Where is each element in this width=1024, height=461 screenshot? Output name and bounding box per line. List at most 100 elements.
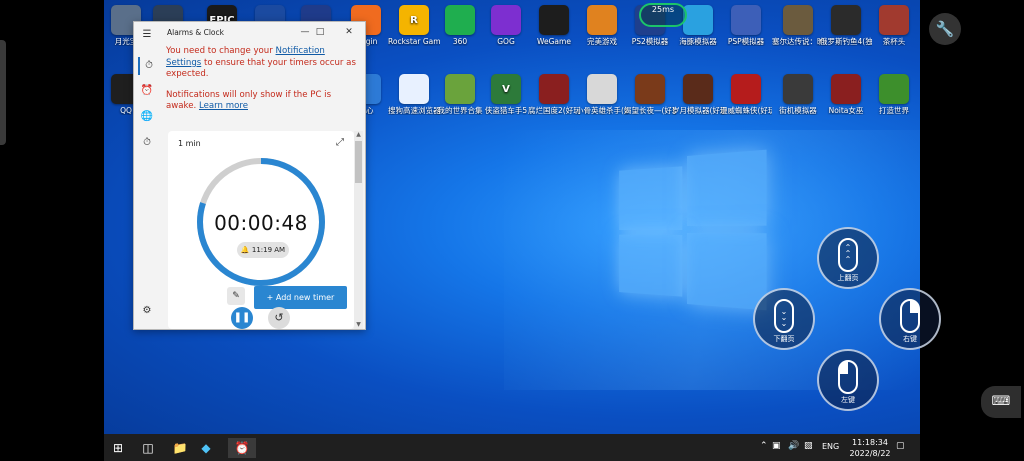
pause-button[interactable]: ❚❚ [231, 307, 253, 329]
sogou-icon [399, 74, 429, 104]
desktop-icon[interactable]: GOG [480, 5, 532, 46]
desktop-icon[interactable]: 茶杯头 [868, 5, 920, 46]
add-new-timer-label: Add new timer [275, 293, 335, 302]
clock-time: 11:18:34 [852, 438, 888, 447]
left-click-button[interactable]: 左键 [817, 349, 879, 411]
state-of-decay-icon [539, 74, 569, 104]
desktop-icon-label: 海豚模拟器 [679, 37, 717, 46]
zelda-icon [783, 5, 813, 35]
desktop-icon[interactable]: 完美游戏 [576, 5, 628, 46]
wrench-tools-icon[interactable]: 🔧 [929, 13, 961, 45]
desktop-icon[interactable]: 腐烂国度2(好玩可… [528, 74, 580, 115]
perfect-icon [587, 5, 617, 35]
timer-title: 1 min [178, 139, 201, 148]
scroll-down-icon[interactable]: ▼ [354, 321, 363, 328]
spiderman-icon [731, 74, 761, 104]
mouse-up-icon: ⌃ ⌃ ⌃ [838, 238, 858, 272]
desktop-icon[interactable]: 搜狗高速浏览器 [388, 74, 440, 115]
alarm-time-badge: 🔔 11:19 AM [237, 242, 289, 258]
right-click-button[interactable]: 右键 [879, 288, 941, 350]
mouse-down-icon: ⌄ ⌄ ⌄ [774, 299, 794, 333]
desktop-icon[interactable]: Noita女巫 [820, 74, 872, 115]
desktop-icon[interactable]: 渴望长夜—(好玩可… [624, 74, 676, 115]
desktop-icon-label: 岁月模拟器(好玩可… [672, 106, 724, 115]
desktop-icon[interactable]: R Rockstar Games [388, 5, 440, 46]
scroll-thumb[interactable] [355, 141, 362, 183]
task-view-icon[interactable]: ◫ [138, 438, 158, 458]
desktop-icon[interactable]: 街机模拟器 [772, 74, 824, 115]
side-panel-handle[interactable] [0, 40, 6, 145]
desktop-icon[interactable]: 俄罗斯钓鱼4(独立版) [820, 5, 872, 46]
desktop-icon-label: Noita女巫 [828, 106, 864, 115]
gog-icon [491, 5, 521, 35]
desktop-icon[interactable]: 360 [434, 5, 486, 46]
notice1-text-a: You need to change your [166, 46, 276, 56]
settings-gear-icon[interactable]: ⚙ [138, 302, 156, 320]
reset-button[interactable]: ↺ [268, 307, 290, 329]
desktop-icon-label: 腐烂国度2(好玩可… [528, 106, 580, 115]
desktop-icon-label: WeGame [537, 37, 571, 46]
desktop-icon[interactable]: 打造世界 [868, 74, 920, 115]
tray-chevron-up-icon[interactable]: ⌃ [760, 441, 768, 451]
page-down-button[interactable]: ⌄ ⌄ ⌄ 下翻页 [753, 288, 815, 350]
scroll-up-icon[interactable]: ▲ [354, 131, 363, 138]
right-click-label: 右键 [903, 335, 917, 343]
window-titlebar[interactable]: Alarms & Clock — □ ✕ [134, 22, 365, 44]
card-scrollbar[interactable]: ▲ ▼ [354, 131, 363, 329]
desktop-icon[interactable]: 岁月模拟器(好玩可… [672, 74, 724, 115]
desktop-icon-label: 俄罗斯钓鱼4(独立版) [820, 37, 872, 46]
notification-center-icon[interactable]: ▢ [896, 441, 905, 451]
clock[interactable]: 11:18:34 2022/8/22 [844, 437, 896, 459]
desktop-icon[interactable]: 小骨英雄杀手(好玩… [576, 74, 628, 115]
taskbar: ⊞ ◫ 📁 ◆ ⏰ ⌃ ▣ 🔊 ▧ ENG 11:18:34 2022/8/22… [104, 434, 920, 461]
maximize-button[interactable]: □ [311, 25, 329, 39]
desktop-icon[interactable]: 我的世界合集 [434, 74, 486, 115]
notice2-text: Notifications will only show if the PC i… [166, 89, 332, 112]
desktop-icon-label: PS2模拟器 [631, 37, 669, 46]
desktop-icon-label: 街机模拟器 [779, 106, 817, 115]
left-bezel [0, 0, 104, 461]
desktop-icon-label: PSP模拟器 [727, 37, 765, 46]
world-clock-nav-icon[interactable]: 🌐 [138, 108, 156, 126]
learn-more-link[interactable]: Learn more [199, 101, 248, 111]
desktop-icon-label: 我的世界合集 [437, 106, 483, 115]
start-button[interactable]: ⊞ [108, 438, 128, 458]
gta5-icon: V [491, 74, 521, 104]
desktop-icon[interactable]: WeGame [528, 5, 580, 46]
file-explorer-icon[interactable]: 📁 [170, 438, 190, 458]
360-icon [445, 5, 475, 35]
mouse-right-icon [900, 299, 920, 333]
network-icon[interactable]: ▣ [772, 441, 781, 451]
desktop-icon-label: GOG [497, 37, 515, 46]
bell-icon: 🔔 [240, 246, 250, 254]
wegame-icon [539, 5, 569, 35]
alarm-nav-icon[interactable]: ⏰ [138, 82, 156, 100]
add-new-timer-button[interactable]: + Add new timer [254, 286, 347, 309]
volume-icon[interactable]: 🔊 [788, 441, 799, 451]
timer-nav-icon[interactable]: ⏱ [138, 57, 158, 75]
keyboard-icon[interactable]: ⌨ [981, 386, 1021, 418]
close-button[interactable]: ✕ [340, 25, 358, 39]
desktop-icon[interactable]: 漫威蜘蛛侠(好玩可… [720, 74, 772, 115]
stopwatch-nav-icon[interactable]: ⏱ [138, 134, 156, 152]
app-taskbar-icon[interactable]: ◆ [196, 438, 216, 458]
alarms-clock-taskbar-icon[interactable]: ⏰ [228, 438, 256, 458]
nav-rail: ☰ ⏱ ⏰ 🌐 ⏱ ⚙ [134, 22, 160, 329]
desktop-icon[interactable]: PSP模拟器 [720, 5, 772, 46]
ime-icon[interactable]: ▧ [804, 441, 813, 451]
expand-icon[interactable]: ⤢ [336, 137, 344, 148]
desktop-icon-label: 侠盗猎车手5 [484, 106, 528, 115]
desktop-icon-label: 漫威蜘蛛侠(好玩可… [720, 106, 772, 115]
windows-logo-wallpaper [619, 149, 767, 311]
cuphead-icon [879, 5, 909, 35]
psp-icon [731, 5, 761, 35]
page-up-button[interactable]: ⌃ ⌃ ⌃ 上翻页 [817, 227, 879, 289]
desktop-icon[interactable]: V 侠盗猎车手5 [480, 74, 532, 115]
desktop-icon[interactable]: 塞尔达传说：旷野… [772, 5, 824, 46]
language-indicator[interactable]: ENG [822, 442, 839, 451]
desktop-icon-label: 完美游戏 [587, 37, 617, 46]
alarms-clock-window: Alarms & Clock — □ ✕ ☰ ⏱ ⏰ 🌐 ⏱ ⚙ You nee… [133, 21, 366, 330]
edit-timers-button[interactable]: ✎ [227, 287, 245, 305]
desktop-icon-label: 渴望长夜—(好玩可… [624, 106, 676, 115]
hamburger-menu-icon[interactable]: ☰ [138, 26, 156, 44]
